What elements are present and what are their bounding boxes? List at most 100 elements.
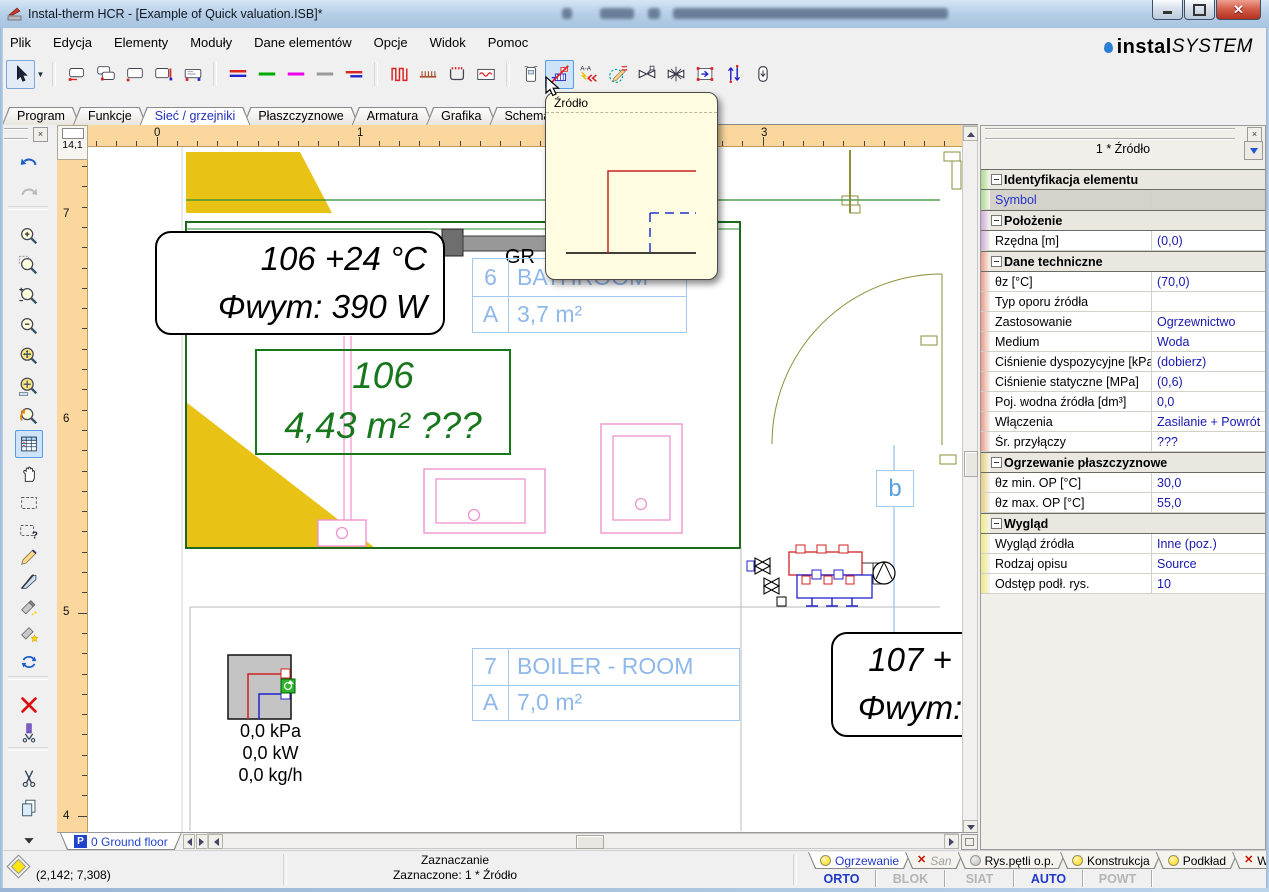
section-header-2[interactable]: Dane techniczne xyxy=(981,251,1265,272)
radiator-connect-button[interactable] xyxy=(149,60,178,89)
scroll-right-icon[interactable] xyxy=(944,834,959,849)
collapse-icon[interactable] xyxy=(991,215,1002,226)
collapse-icon[interactable] xyxy=(991,256,1002,267)
section-header-3[interactable]: Ogrzewanie płaszczyznowe xyxy=(981,452,1265,473)
draw-knife-button[interactable] xyxy=(15,567,43,595)
drawing-canvas[interactable]: GR 0,0 kPa 106 +24 °C Φwym: 390 W 6BATHR… xyxy=(88,147,962,832)
sheet-prev-icon[interactable] xyxy=(183,834,195,849)
aa-connection-button[interactable]: A-A xyxy=(574,60,603,89)
glue-button[interactable] xyxy=(15,593,43,621)
property-row[interactable]: Śr. przyłączy??? xyxy=(981,432,1265,452)
mode-toggle-orto[interactable]: ORTO xyxy=(808,870,877,887)
section-header-1[interactable]: Położenie xyxy=(981,210,1265,231)
hscroll-thumb[interactable] xyxy=(576,835,604,849)
rotate-handle[interactable] xyxy=(281,679,295,693)
property-row[interactable]: Wygląd źródłaInne (poz.) xyxy=(981,534,1265,554)
canvas-vscrollbar[interactable] xyxy=(962,125,978,850)
radiator-double-button[interactable] xyxy=(91,60,120,89)
radiator-valve-block[interactable] xyxy=(442,229,463,256)
collapse-icon[interactable] xyxy=(991,457,1002,468)
property-row[interactable]: θz min. OP [°C]30,0 xyxy=(981,473,1265,493)
panel-dropdown-icon[interactable] xyxy=(1244,141,1263,160)
room-label-106[interactable]: 106 4,43 m² ??? xyxy=(255,349,511,455)
meter-button[interactable] xyxy=(516,60,545,89)
property-row[interactable]: Rodzaj opisuSource xyxy=(981,554,1265,574)
section-header-0[interactable]: Identyfikacja elementu xyxy=(981,169,1265,190)
property-row[interactable]: Symbol xyxy=(981,190,1265,210)
property-row[interactable]: ZastosowanieOgrzewnictwo xyxy=(981,312,1265,332)
select-query-button[interactable]: ? xyxy=(15,517,43,545)
sheet-tab-ground-floor[interactable]: P 0 Ground floor xyxy=(60,833,182,850)
layer-tab-ogrzewanie[interactable]: Ogrzewanie xyxy=(808,852,911,869)
radiator-simple-button[interactable] xyxy=(120,60,149,89)
floor-loop-button[interactable] xyxy=(442,60,471,89)
boiler-button[interactable] xyxy=(748,60,777,89)
cut-button[interactable] xyxy=(15,764,43,792)
layer-tab-rys-p-tli-o-p-[interactable]: Rys.pętli o.p. xyxy=(958,852,1066,869)
room-table-boiler[interactable]: 7BOILER - ROOM A7,0 m² xyxy=(472,648,740,721)
palette-close-icon[interactable]: × xyxy=(33,127,48,142)
menu-item-modu-y[interactable]: Moduły xyxy=(190,35,232,50)
tab-program[interactable]: Program xyxy=(2,107,80,125)
redo-button[interactable] xyxy=(15,180,43,208)
layer-tab-podk-ad[interactable]: Podkład xyxy=(1156,852,1238,869)
close-button[interactable]: ✕ xyxy=(1216,0,1261,20)
tab-sie-grzejniki[interactable]: Sieć / grzejniki xyxy=(140,107,251,125)
layer-tab-konstrukcja[interactable]: Konstrukcja xyxy=(1060,852,1162,869)
mode-toggle-blok[interactable]: BLOK xyxy=(877,870,946,887)
valve-symbol[interactable] xyxy=(755,558,770,574)
floor-zone-button[interactable] xyxy=(471,60,500,89)
disconnect-button[interactable] xyxy=(15,718,43,746)
zoom-out-button[interactable] xyxy=(15,312,43,340)
scroll-up-icon[interactable] xyxy=(963,126,978,141)
select-arrow-button[interactable] xyxy=(6,60,35,89)
pipe-green-button[interactable] xyxy=(252,60,281,89)
layer-tab-wydruk[interactable]: ✕Wydruk xyxy=(1232,852,1269,869)
pipe-pair-button[interactable] xyxy=(223,60,252,89)
manifold-symbol[interactable] xyxy=(747,545,895,606)
menu-item-edycja[interactable]: Edycja xyxy=(53,35,92,50)
property-row[interactable]: Ciśnienie dyspozycyjne [kPa](dobierz) xyxy=(981,352,1265,372)
delete-button[interactable] xyxy=(15,691,43,719)
property-row[interactable]: WłączeniaZasilanie + Powrót xyxy=(981,412,1265,432)
tab-armatura[interactable]: Armatura xyxy=(352,107,433,125)
menu-item-dane-element-w[interactable]: Dane elementów xyxy=(254,35,352,50)
zoom-previous-button[interactable] xyxy=(15,402,43,430)
mode-toggle-auto[interactable]: AUTO xyxy=(1015,870,1084,887)
data-table-button[interactable] xyxy=(15,430,43,458)
tab-p-aszczyznowe[interactable]: Płaszczyznowe xyxy=(243,107,358,125)
property-row[interactable]: θz max. OP [°C]55,0 xyxy=(981,493,1265,513)
pipe-magenta-button[interactable] xyxy=(281,60,310,89)
restore-button[interactable] xyxy=(1184,0,1215,20)
draw-circuit-button[interactable] xyxy=(603,60,632,89)
pan-hand-button[interactable] xyxy=(15,460,43,488)
floor-comb-button[interactable] xyxy=(413,60,442,89)
pipe-gray-button[interactable] xyxy=(310,60,339,89)
pump-symbol[interactable] xyxy=(873,562,895,584)
zoom-plus-minus-button[interactable] xyxy=(15,282,43,310)
menu-item-widok[interactable]: Widok xyxy=(430,35,466,50)
scroll-corner-button[interactable] xyxy=(961,834,978,850)
mode-toggle-powt[interactable]: POWT xyxy=(1084,870,1153,887)
radiator-button[interactable] xyxy=(62,60,91,89)
scroll-left-icon[interactable] xyxy=(208,834,223,849)
pipe-redblue-button[interactable] xyxy=(339,60,368,89)
valve-button[interactable] xyxy=(632,60,661,89)
vscroll-thumb[interactable] xyxy=(964,451,978,477)
canvas-hscrollbar[interactable] xyxy=(207,833,959,849)
tab-grafika[interactable]: Grafika xyxy=(426,107,496,125)
zoom-sheet-button[interactable] xyxy=(15,372,43,400)
menu-item-elementy[interactable]: Elementy xyxy=(114,35,168,50)
section-header-4[interactable]: Wygląd xyxy=(981,513,1265,534)
floor-coil-button[interactable] xyxy=(384,60,413,89)
palette-grip[interactable] xyxy=(4,128,28,140)
property-row[interactable]: θz [°C](70,0) xyxy=(981,272,1265,292)
valve-cross-button[interactable] xyxy=(661,60,690,89)
radiator-label-106[interactable]: 106 +24 °C Φwym: 390 W xyxy=(155,231,445,335)
tab-funkcje[interactable]: Funkcje xyxy=(73,107,147,125)
collapse-icon[interactable] xyxy=(991,174,1002,185)
menu-item-opcje[interactable]: Opcje xyxy=(374,35,408,50)
glue-spark-button[interactable] xyxy=(15,620,43,648)
radiator-valve-button[interactable] xyxy=(178,60,207,89)
layer-tab-san[interactable]: ✕San xyxy=(905,852,964,869)
